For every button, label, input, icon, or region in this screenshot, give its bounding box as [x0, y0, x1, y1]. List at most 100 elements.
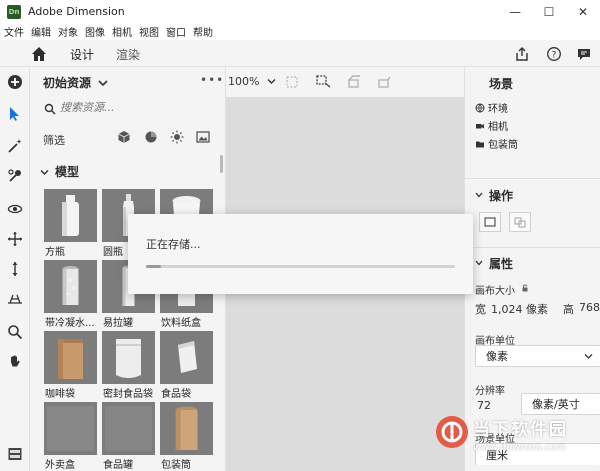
more-options-icon[interactable]: ••• [200, 73, 224, 87]
square-bottle-icon [44, 189, 97, 242]
menu-help[interactable]: 帮助 [193, 24, 213, 39]
undo-icon[interactable] [346, 75, 362, 89]
canvas-toolbar: 100% [226, 67, 464, 97]
menu-file[interactable]: 文件 [4, 24, 24, 39]
asset-label: 圆瓶 [103, 247, 123, 258]
redo-icon[interactable] [376, 75, 392, 89]
tab-render[interactable]: 渲染 [116, 46, 140, 63]
asset-label: 密封食品袋 [103, 389, 153, 400]
properties-title: 属性 [489, 257, 514, 271]
fit-icon[interactable] [286, 76, 298, 88]
coffee-bag-icon [44, 331, 97, 384]
asset-tile-sealed-pouch[interactable] [102, 331, 155, 384]
asset-tile-condensation-can[interactable] [44, 260, 97, 313]
canvas-unit-select[interactable]: 像素 [475, 345, 600, 367]
divider [465, 247, 600, 248]
maximize-button[interactable]: ☐ [532, 0, 566, 23]
sealed-pouch-icon [102, 331, 155, 384]
food-can-icon [102, 402, 155, 455]
asset-tile-food-bag[interactable] [160, 331, 213, 384]
app-logo-icon: Dn [7, 4, 21, 19]
watermark-logo-icon [436, 416, 468, 448]
tab-design[interactable]: 设计 [70, 46, 95, 69]
assets-scrollbar[interactable] [220, 155, 223, 173]
camera-bookmark-icon[interactable] [316, 75, 332, 89]
menu-image[interactable]: 图像 [85, 24, 105, 39]
comment-icon[interactable] [575, 45, 593, 63]
align-icon[interactable] [479, 212, 501, 232]
close-button[interactable]: ✕ [566, 0, 600, 23]
svg-text:?: ? [552, 51, 557, 61]
width-field[interactable]: 1,024 像素 [491, 301, 548, 317]
search-icon [44, 103, 56, 115]
horizon-icon[interactable] [6, 289, 24, 307]
lock-icon[interactable] [521, 284, 529, 292]
canvas-size-label: 画布大小 [475, 286, 515, 297]
watermark-title: 当下软件园 [473, 420, 568, 440]
share-icon[interactable] [513, 45, 531, 63]
width-label: 宽 [475, 303, 486, 316]
tube-icon [160, 402, 213, 455]
scene-item-label: 环境 [488, 104, 508, 115]
chevron-down-icon[interactable] [475, 191, 483, 199]
hand-icon[interactable] [6, 352, 24, 370]
image-filter-icon[interactable] [196, 130, 210, 144]
scene-item-camera[interactable]: 相机 [475, 118, 508, 133]
canvas-unit-value: 像素 [486, 350, 508, 363]
saving-progress-bar [146, 265, 455, 268]
asset-label: 易拉罐 [103, 318, 133, 329]
layers-icon[interactable] [6, 445, 24, 463]
menu-view[interactable]: 视图 [139, 24, 159, 39]
home-icon[interactable] [30, 45, 48, 63]
select-icon[interactable] [6, 105, 24, 123]
asset-tile-food-can[interactable] [102, 402, 155, 455]
models-section-header[interactable]: 模型 [40, 163, 79, 180]
light-filter-icon[interactable] [170, 130, 184, 144]
asset-tile-square-bottle[interactable] [44, 189, 97, 242]
resolution-label: 分辨率 [475, 386, 505, 397]
asset-label: 食品袋 [161, 389, 191, 400]
scene-title: 场景 [489, 77, 514, 91]
chevron-down-icon [267, 79, 276, 84]
asset-label: 方瓶 [45, 247, 65, 258]
asset-label: 带冷凝水... [45, 318, 95, 329]
height-label: 高 [563, 303, 574, 316]
pan-icon[interactable] [6, 230, 24, 248]
watermark-url: www.downxia.com [473, 442, 567, 453]
menu-window[interactable]: 窗口 [166, 24, 186, 39]
distribute-icon[interactable] [509, 212, 531, 232]
window-controls: — ☐ ✕ [498, 0, 600, 23]
asset-tile-coffee-bag[interactable] [44, 331, 97, 384]
watermark: 当下软件园 www.downxia.com [433, 410, 600, 468]
zoom-level[interactable]: 100% [228, 75, 276, 88]
menu-camera[interactable]: 相机 [112, 24, 132, 39]
add-icon[interactable] [6, 73, 24, 91]
top-toolbar: 设计 渲染 ? [0, 40, 600, 69]
sample-icon[interactable] [6, 167, 24, 185]
height-field[interactable]: 768 [579, 301, 600, 314]
assets-title[interactable]: 初始资源 [43, 74, 108, 91]
model-filter-icon[interactable] [117, 130, 131, 144]
scene-item-label: 包装筒 [488, 140, 518, 151]
minimize-button[interactable]: — [498, 0, 532, 23]
orbit-icon[interactable] [6, 200, 24, 218]
scene-item-environment[interactable]: 环境 [475, 100, 508, 115]
asset-tile-takeout-box[interactable] [44, 402, 97, 455]
help-icon[interactable]: ? [545, 45, 563, 63]
folder-icon [476, 141, 484, 147]
scene-item-tube[interactable]: 包装筒 [475, 136, 518, 151]
search-assets-input[interactable] [60, 101, 210, 114]
material-filter-icon[interactable] [144, 130, 158, 144]
zoom-icon[interactable] [6, 323, 24, 341]
asset-label: 饮料纸盒 [161, 318, 201, 329]
models-section-label: 模型 [55, 165, 80, 179]
magic-wand-icon[interactable] [6, 137, 24, 155]
chevron-down-icon[interactable] [475, 259, 483, 267]
asset-tile-tube[interactable] [160, 402, 213, 455]
dolly-icon[interactable] [6, 260, 24, 278]
menu-object[interactable]: 对象 [58, 24, 78, 39]
menu-edit[interactable]: 编辑 [31, 24, 51, 39]
actions-title: 操作 [489, 189, 514, 203]
divider [465, 178, 600, 179]
tools-bar [0, 67, 30, 471]
